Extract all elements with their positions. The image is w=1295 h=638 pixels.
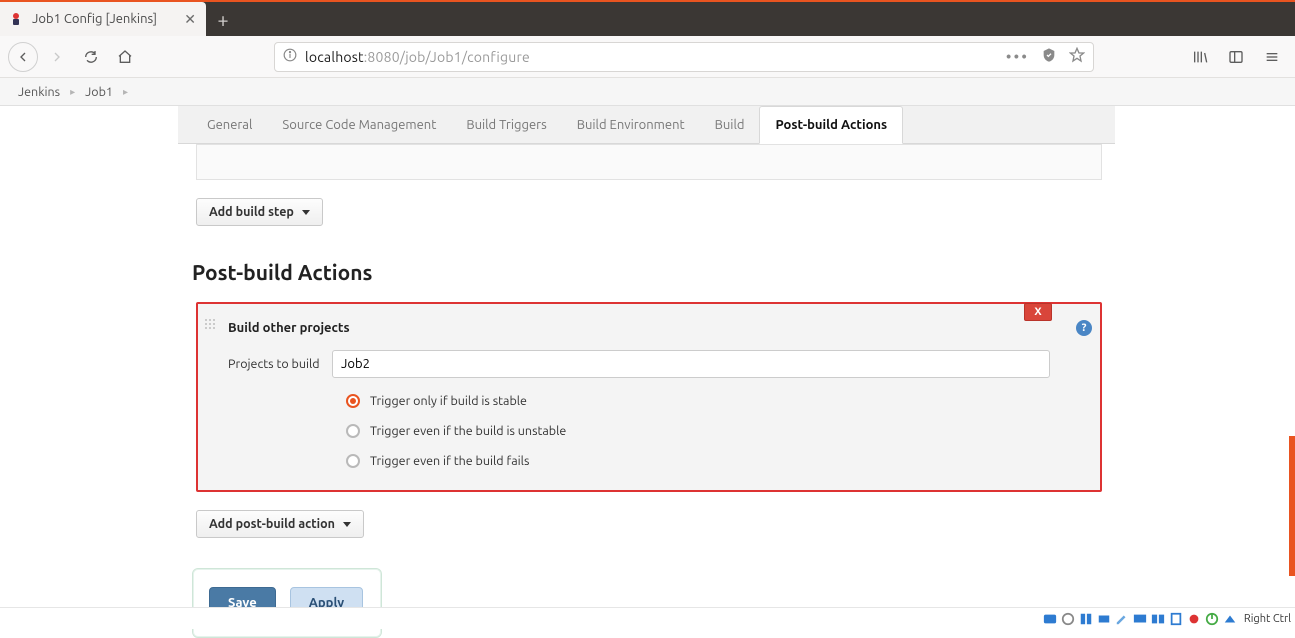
forward-button [42, 42, 72, 72]
left-gutter [0, 106, 178, 607]
build-steps-panel [196, 144, 1102, 180]
radio-icon[interactable] [346, 424, 360, 438]
radio-stable[interactable]: Trigger only if build is stable [346, 394, 1084, 408]
radio-label: Trigger only if build is stable [370, 394, 527, 408]
sidebar-icon[interactable] [1221, 42, 1251, 72]
vm-display-icon[interactable] [1132, 611, 1148, 627]
post-build-block-build-other-projects: Build other projects X ? Projects to bui… [196, 302, 1102, 492]
shield-icon[interactable] [1041, 47, 1057, 67]
home-button[interactable] [110, 42, 140, 72]
browser-tab-active[interactable]: Job1 Config [Jenkins] ✕ [0, 2, 206, 36]
vm-edit-icon[interactable] [1114, 611, 1130, 627]
vm-optical-icon[interactable] [1060, 611, 1076, 627]
vm-disk-icon[interactable] [1042, 611, 1058, 627]
browser-tabbar: Job1 Config [Jenkins] ✕ + [0, 0, 1295, 36]
radio-icon[interactable] [346, 454, 360, 468]
back-button[interactable] [8, 42, 38, 72]
breadcrumb-item[interactable]: Job1 [81, 85, 117, 99]
config-tabs: General Source Code Management Build Tri… [178, 106, 1115, 144]
tab-scm[interactable]: Source Code Management [267, 106, 451, 143]
add-post-build-label: Add post-build action [209, 517, 335, 531]
radio-label: Trigger even if the build fails [370, 454, 529, 468]
add-post-build-action-button[interactable]: Add post-build action [196, 510, 364, 538]
vm-record-icon[interactable] [1186, 611, 1202, 627]
chevron-right-icon: ▸ [123, 86, 128, 98]
caret-down-icon [343, 522, 351, 527]
reload-button[interactable] [76, 42, 106, 72]
radio-label: Trigger even if the build is unstable [370, 424, 566, 438]
site-info-icon[interactable] [283, 48, 297, 66]
vm-host-key-label: Right Ctrl [1244, 613, 1291, 625]
radio-fails[interactable]: Trigger even if the build fails [346, 454, 1084, 468]
scroll-indicator [1289, 436, 1295, 576]
radio-unstable[interactable]: Trigger even if the build is unstable [346, 424, 1084, 438]
library-icon[interactable] [1185, 42, 1215, 72]
breadcrumb-root[interactable]: Jenkins [14, 85, 64, 99]
vm-keyboard-icon[interactable] [1222, 611, 1238, 627]
menu-icon[interactable] [1257, 42, 1287, 72]
vm-shared-icon[interactable] [1096, 611, 1112, 627]
vm-network-icon[interactable] [1150, 611, 1166, 627]
new-tab-button[interactable]: + [206, 2, 240, 36]
block-title: Build other projects [228, 321, 350, 335]
url-bar[interactable]: localhost:8080/job/Job1/configure ••• [274, 42, 1094, 72]
section-title-post-build: Post-build Actions [192, 260, 1115, 284]
vm-status-bar: Right Ctrl [0, 607, 1295, 629]
favicon-icon [8, 11, 24, 27]
tab-title: Job1 Config [Jenkins] [32, 12, 176, 26]
projects-to-build-input[interactable] [332, 350, 1050, 378]
tab-env[interactable]: Build Environment [562, 106, 700, 143]
add-build-step-label: Add build step [209, 205, 294, 219]
vm-power-icon[interactable] [1204, 611, 1220, 627]
tab-build[interactable]: Build [700, 106, 760, 143]
breadcrumb: Jenkins ▸ Job1 ▸ [0, 78, 1295, 106]
tab-general[interactable]: General [192, 106, 267, 143]
more-icon[interactable]: ••• [1006, 48, 1029, 66]
bookmark-icon[interactable] [1069, 47, 1085, 67]
tab-triggers[interactable]: Build Triggers [451, 106, 561, 143]
close-tab-icon[interactable]: ✕ [184, 11, 196, 28]
trigger-radio-group: Trigger only if build is stable Trigger … [346, 394, 1084, 468]
delete-block-button[interactable]: X [1024, 303, 1052, 321]
tab-post-build[interactable]: Post-build Actions [759, 106, 903, 144]
caret-down-icon [302, 210, 310, 215]
vm-usb-icon[interactable] [1078, 611, 1094, 627]
drag-handle-icon[interactable] [204, 318, 216, 330]
help-icon[interactable]: ? [1076, 320, 1092, 336]
projects-to-build-label: Projects to build [228, 357, 332, 371]
url-text: localhost:8080/job/Job1/configure [305, 49, 530, 65]
chevron-right-icon: ▸ [70, 86, 75, 98]
add-build-step-button[interactable]: Add build step [196, 198, 323, 226]
vm-clipboard-icon[interactable] [1168, 611, 1184, 627]
browser-toolbar: localhost:8080/job/Job1/configure ••• [0, 36, 1295, 78]
radio-icon[interactable] [346, 394, 360, 408]
